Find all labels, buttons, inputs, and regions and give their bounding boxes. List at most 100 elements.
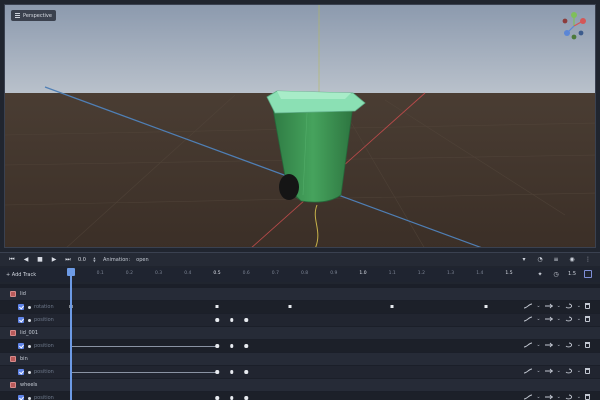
keyframe[interactable] <box>229 344 234 348</box>
node-icon <box>10 291 16 297</box>
loop-icon[interactable] <box>584 270 592 278</box>
add-track-button[interactable]: + Add Track <box>0 272 62 278</box>
property-track-row[interactable]: position ⌄ ⌄ ⌄ <box>0 340 600 352</box>
time-field[interactable]: 0.0 <box>78 257 86 263</box>
keyframe-lane[interactable] <box>66 366 514 378</box>
keyframe[interactable] <box>215 344 219 348</box>
keyframe[interactable] <box>288 305 292 308</box>
play-to-end-button[interactable]: ⏭ <box>64 256 72 264</box>
keyframe[interactable] <box>215 396 219 400</box>
keyframe[interactable] <box>244 344 248 348</box>
wrap-icon[interactable] <box>544 303 553 309</box>
node-track-row[interactable]: bin <box>0 353 600 365</box>
more-icon[interactable]: ⋮ <box>584 256 592 264</box>
axis-gizmo-icon[interactable] <box>561 11 587 41</box>
wrap-icon[interactable] <box>544 316 553 322</box>
keyframe[interactable] <box>229 318 234 322</box>
keyframe[interactable] <box>229 396 234 400</box>
wrap-icon[interactable] <box>544 368 553 374</box>
keyframe[interactable] <box>215 370 219 374</box>
loop-wrap-icon[interactable] <box>565 368 573 374</box>
track-enabled-checkbox[interactable] <box>18 343 24 349</box>
playback-bar: ⏮ ◀ ■ ▶ ⏭ 0.0 ▲ ▼ Animation: open ▾ ◔ ≡ ◉… <box>0 252 600 266</box>
keyframe[interactable] <box>215 305 219 308</box>
keyframe-lane[interactable] <box>66 301 514 313</box>
curve-icon[interactable] <box>524 368 533 374</box>
wrap-icon[interactable] <box>544 342 553 348</box>
node-track-row[interactable]: lid_001 <box>0 327 600 339</box>
interp-icon[interactable]: ⌄ <box>536 342 540 348</box>
trash-icon[interactable] <box>585 394 590 400</box>
hamburger-icon <box>15 13 20 18</box>
animation-dropdown-icon[interactable]: ▾ <box>520 256 528 264</box>
length-field[interactable]: 1.5 <box>568 271 576 277</box>
dropdown-icon[interactable]: ⌄ <box>577 316 581 322</box>
track-enabled-checkbox[interactable] <box>18 395 24 400</box>
loop-mode-icon[interactable]: ⌄ <box>557 342 561 348</box>
keyframe[interactable] <box>244 318 248 322</box>
3d-viewport[interactable]: Perspective <box>4 4 596 248</box>
loop-mode-icon[interactable]: ⌄ <box>557 316 561 322</box>
loop-wrap-icon[interactable] <box>565 394 573 400</box>
track-enabled-checkbox[interactable] <box>18 317 24 323</box>
wrap-icon[interactable] <box>544 394 553 400</box>
dropdown-icon[interactable]: ⌄ <box>577 394 581 400</box>
time-ruler[interactable]: 0.00.10.20.30.40.50.60.70.80.91.01.11.21… <box>66 268 514 282</box>
keyframe[interactable] <box>484 305 488 308</box>
track-enabled-checkbox[interactable] <box>18 304 24 310</box>
keyframe[interactable] <box>229 370 234 374</box>
dropdown-icon[interactable]: ⌄ <box>577 368 581 374</box>
interp-icon[interactable]: ⌄ <box>536 394 540 400</box>
view-menu-button[interactable]: Perspective <box>11 10 56 21</box>
curve-icon[interactable] <box>524 394 533 400</box>
animation-select[interactable]: open <box>136 257 148 263</box>
curve-icon[interactable] <box>524 303 533 309</box>
node-track-row[interactable]: wheels <box>0 379 600 391</box>
keyframe[interactable] <box>390 305 394 308</box>
interp-icon[interactable]: ⌄ <box>536 316 540 322</box>
keyframe[interactable] <box>244 370 248 374</box>
trash-icon[interactable] <box>585 342 590 348</box>
property-track-row[interactable]: position ⌄ ⌄ ⌄ <box>0 392 600 400</box>
property-track-row[interactable]: position ⌄ ⌄ ⌄ <box>0 366 600 378</box>
onion-skin-icon[interactable]: ◔ <box>536 256 544 264</box>
trash-icon[interactable] <box>585 368 590 374</box>
snap-icon[interactable]: ✦ <box>536 270 544 278</box>
track-enabled-checkbox[interactable] <box>18 369 24 375</box>
edit-menu-icon[interactable]: ≡ <box>552 256 560 264</box>
loop-wrap-icon[interactable] <box>565 316 573 322</box>
interp-icon[interactable]: ⌄ <box>536 303 540 309</box>
stop-button[interactable]: ■ <box>36 256 44 264</box>
dropdown-icon[interactable]: ⌄ <box>577 342 581 348</box>
keyframe-lane[interactable] <box>66 314 514 326</box>
keyframe-lane[interactable] <box>66 392 514 400</box>
trash-icon[interactable] <box>585 316 590 322</box>
play-button[interactable]: ▶ <box>50 256 58 264</box>
node-track-row[interactable]: lid <box>0 288 600 300</box>
track-list: lid rotation ⌄ ⌄ ⌄ position ⌄ ⌄ ⌄ lid_001 position… <box>0 284 600 400</box>
curve-icon[interactable] <box>524 316 533 322</box>
loop-mode-icon[interactable]: ⌄ <box>557 303 561 309</box>
keyframe-lane[interactable] <box>66 340 514 352</box>
dropdown-icon[interactable]: ⌄ <box>577 303 581 309</box>
trash-icon[interactable] <box>585 303 590 309</box>
keyframe[interactable] <box>215 318 219 322</box>
playhead-handle[interactable] <box>67 268 75 276</box>
keyframe[interactable] <box>244 396 248 400</box>
loop-mode-icon[interactable]: ⌄ <box>557 368 561 374</box>
track-tools: ⌄ ⌄ ⌄ <box>524 303 590 309</box>
loop-wrap-icon[interactable] <box>565 342 573 348</box>
curve-icon[interactable] <box>524 342 533 348</box>
rewind-to-start-button[interactable]: ⏮ <box>8 256 16 264</box>
interp-icon[interactable]: ⌄ <box>536 368 540 374</box>
loop-wrap-icon[interactable] <box>565 303 573 309</box>
property-track-row[interactable]: rotation ⌄ ⌄ ⌄ <box>0 301 600 313</box>
loop-mode-icon[interactable]: ⌄ <box>557 394 561 400</box>
play-backwards-button[interactable]: ◀ <box>22 256 30 264</box>
playhead[interactable] <box>70 268 72 400</box>
property-track-label: position <box>34 317 54 323</box>
pin-icon[interactable]: ◉ <box>568 256 576 264</box>
time-spinner-icon[interactable]: ▲ ▼ <box>92 256 97 264</box>
clock-icon[interactable]: ◷ <box>552 270 560 278</box>
property-track-row[interactable]: position ⌄ ⌄ ⌄ <box>0 314 600 326</box>
